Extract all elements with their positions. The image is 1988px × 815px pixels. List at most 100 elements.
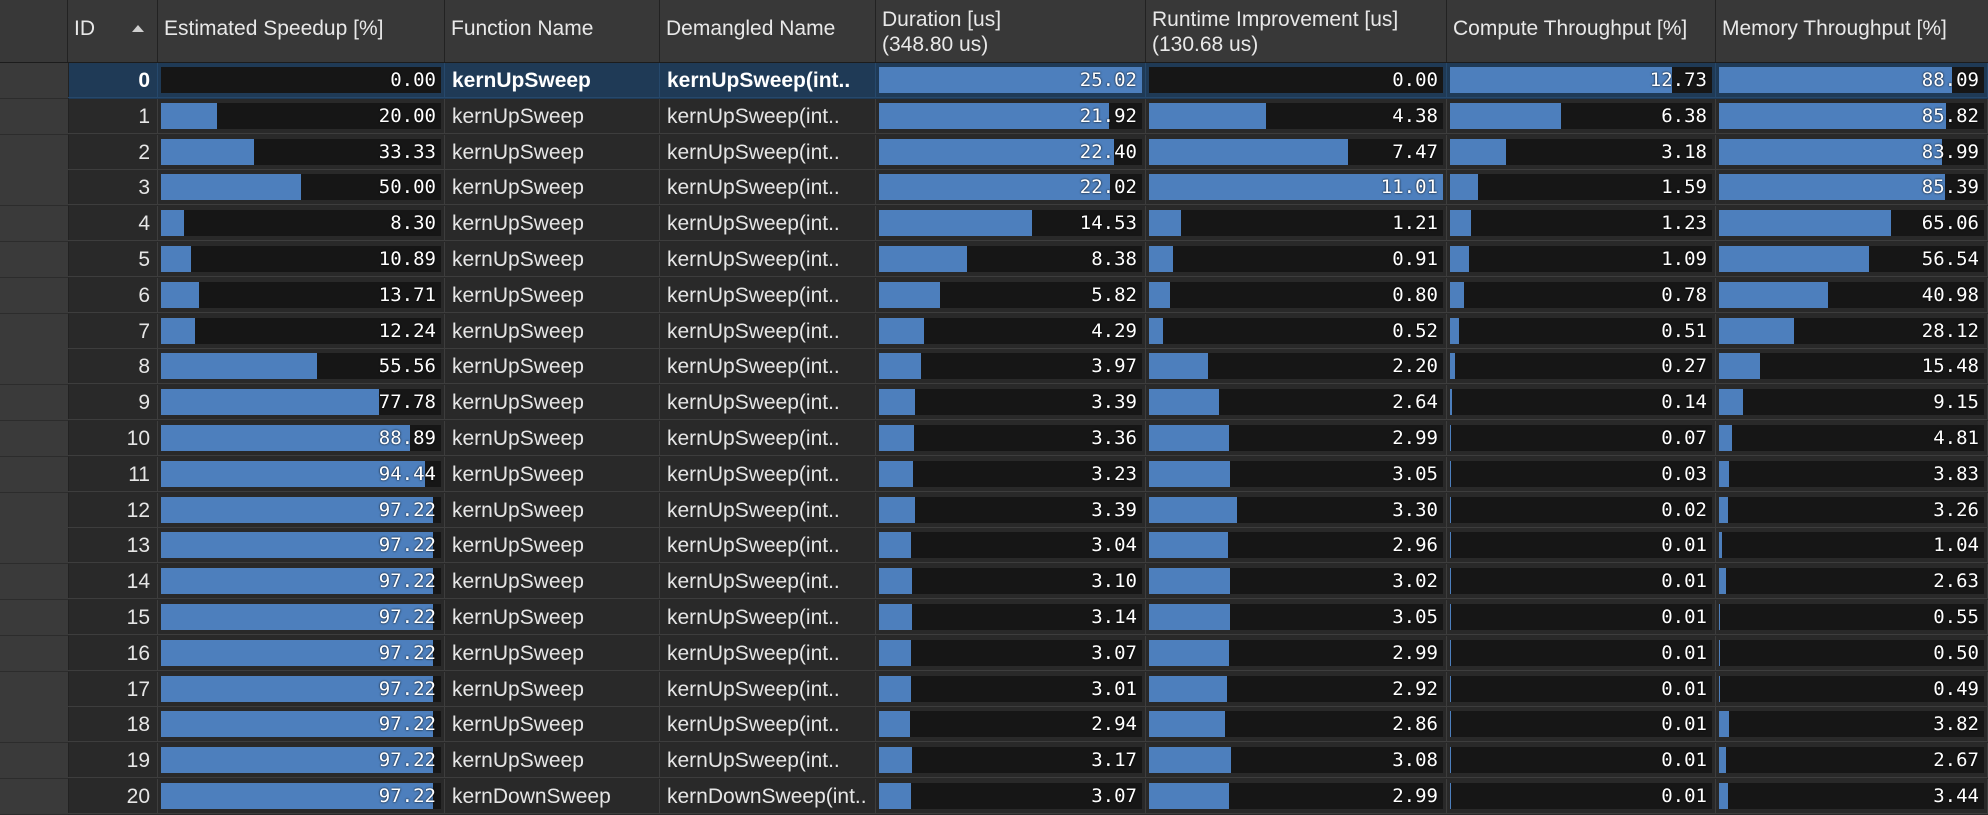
row-header[interactable] (0, 528, 69, 564)
bar-fill (1450, 139, 1506, 165)
row-header[interactable] (0, 636, 69, 672)
id-cell: 20 (68, 779, 158, 814)
value-label: 14.53 (1080, 206, 1137, 241)
row-header[interactable] (0, 99, 69, 135)
table-row[interactable]: 1194.44kernUpSweepkernUpSweep(int..3.233… (0, 457, 1988, 493)
bar-fill (1149, 210, 1181, 236)
table-row[interactable]: 712.24kernUpSweepkernUpSweep(int..4.290.… (0, 314, 1988, 350)
table-row[interactable]: 2097.22kernDownSweepkernDownSweep(int..3… (0, 779, 1988, 815)
table-row[interactable]: 613.71kernUpSweepkernUpSweep(int..5.820.… (0, 278, 1988, 314)
runtime-cell: 3.02 (1146, 564, 1447, 599)
bar-fill (1149, 103, 1266, 129)
table-row[interactable]: 350.00kernUpSweepkernUpSweep(int..22.021… (0, 170, 1988, 206)
value-label: 12.24 (379, 314, 436, 349)
value-label: 2.99 (1392, 636, 1438, 671)
table-row[interactable]: 1797.22kernUpSweepkernUpSweep(int..3.012… (0, 672, 1988, 708)
id-cell: 10 (68, 421, 158, 456)
table-row[interactable]: 48.30kernUpSweepkernUpSweep(int..14.531.… (0, 206, 1988, 242)
duration-cell: 3.23 (876, 457, 1146, 492)
speedup-cell: 97.22 (158, 672, 445, 707)
table-row[interactable]: 1597.22kernUpSweepkernUpSweep(int..3.143… (0, 600, 1988, 636)
row-header[interactable] (0, 278, 69, 314)
demangled-name-cell: kernUpSweep(int.. (660, 528, 876, 563)
row-header[interactable] (0, 564, 69, 600)
duration-cell: 4.29 (876, 314, 1146, 349)
table-row[interactable]: 855.56kernUpSweepkernUpSweep(int..3.972.… (0, 349, 1988, 385)
row-header[interactable] (0, 457, 69, 493)
id-cell: 19 (68, 743, 158, 778)
value-label: 3.05 (1392, 600, 1438, 635)
bar-fill (879, 783, 911, 809)
table-row[interactable]: 120.00kernUpSweepkernUpSweep(int..21.924… (0, 99, 1988, 135)
value-label: 2.20 (1392, 349, 1438, 384)
compute-cell: 0.78 (1447, 278, 1716, 313)
header-estimated-speedup[interactable]: Estimated Speedup [%] (158, 0, 445, 62)
header-memory-label: Memory Throughput [%] (1722, 17, 1947, 40)
duration-cell: 3.39 (876, 385, 1146, 420)
row-header[interactable] (0, 707, 69, 743)
bar-fill (1719, 318, 1794, 344)
bar-fill (1450, 246, 1469, 272)
value-label: 97.22 (379, 707, 436, 742)
bar-fill (1719, 568, 1726, 594)
row-header[interactable] (0, 349, 69, 385)
row-header[interactable] (0, 421, 69, 457)
table-row[interactable]: 1697.22kernUpSweepkernUpSweep(int..3.072… (0, 636, 1988, 672)
row-header[interactable] (0, 779, 69, 815)
table-row[interactable]: 233.33kernUpSweepkernUpSweep(int..22.407… (0, 135, 1988, 171)
value-label: 0.91 (1392, 242, 1438, 277)
table-row[interactable]: 1088.89kernUpSweepkernUpSweep(int..3.362… (0, 421, 1988, 457)
value-label: 3.01 (1091, 672, 1137, 707)
function-name-cell: kernUpSweep (445, 99, 660, 134)
function-name-cell: kernUpSweep (445, 743, 660, 778)
bar-fill (1719, 139, 1942, 165)
table-row[interactable]: 1397.22kernUpSweepkernUpSweep(int..3.042… (0, 528, 1988, 564)
value-label: 77.78 (379, 385, 436, 420)
bar-fill (1450, 353, 1455, 379)
id-cell: 15 (68, 600, 158, 635)
value-label: 3.07 (1091, 779, 1137, 814)
bar-fill (879, 282, 940, 308)
function-name-cell: kernUpSweep (445, 278, 660, 313)
row-header[interactable] (0, 385, 69, 421)
value-label: 6.38 (1661, 99, 1707, 134)
row-header[interactable] (0, 493, 69, 529)
row-header[interactable] (0, 600, 69, 636)
row-header[interactable] (0, 743, 69, 779)
function-name-cell: kernUpSweep (445, 135, 660, 170)
row-header[interactable] (0, 242, 69, 278)
row-header[interactable] (0, 672, 69, 708)
row-header[interactable] (0, 314, 69, 350)
compute-cell: 0.01 (1447, 528, 1716, 563)
table-row[interactable]: 510.89kernUpSweepkernUpSweep(int..8.380.… (0, 242, 1988, 278)
header-runtime-improvement[interactable]: Runtime Improvement [us] (130.68 us) (1146, 0, 1447, 62)
bar-fill (879, 676, 911, 702)
value-label: 15.48 (1922, 349, 1979, 384)
bar-fill (161, 353, 317, 379)
bar-fill (1719, 246, 1869, 272)
row-header[interactable] (0, 170, 69, 206)
function-name-cell: kernUpSweep (445, 206, 660, 241)
table-row[interactable]: 00.00kernUpSweepkernUpSweep(int..25.020.… (0, 63, 1988, 99)
table-row[interactable]: 1897.22kernUpSweepkernUpSweep(int..2.942… (0, 707, 1988, 743)
row-header[interactable] (0, 63, 69, 99)
value-label: 0.78 (1661, 278, 1707, 313)
table-row[interactable]: 1997.22kernUpSweepkernUpSweep(int..3.173… (0, 743, 1988, 779)
speedup-cell: 10.89 (158, 242, 445, 277)
header-duration[interactable]: Duration [us] (348.80 us) (876, 0, 1146, 62)
header-id[interactable]: ID (68, 0, 158, 62)
row-header[interactable] (0, 135, 69, 171)
header-demangled-name[interactable]: Demangled Name (660, 0, 876, 62)
value-label: 88.89 (379, 421, 436, 456)
header-compute-throughput[interactable]: Compute Throughput [%] (1447, 0, 1716, 62)
header-function-name[interactable]: Function Name (445, 0, 660, 62)
table-row[interactable]: 1497.22kernUpSweepkernUpSweep(int..3.103… (0, 564, 1988, 600)
row-header[interactable] (0, 206, 69, 242)
bar-fill (1719, 640, 1720, 666)
id-cell: 11 (68, 457, 158, 492)
table-row[interactable]: 1297.22kernUpSweepkernUpSweep(int..3.393… (0, 493, 1988, 529)
runtime-cell: 2.96 (1146, 528, 1447, 563)
header-memory-throughput[interactable]: Memory Throughput [%] (1716, 0, 1988, 62)
header-fname-label: Function Name (451, 17, 593, 40)
table-row[interactable]: 977.78kernUpSweepkernUpSweep(int..3.392.… (0, 385, 1988, 421)
